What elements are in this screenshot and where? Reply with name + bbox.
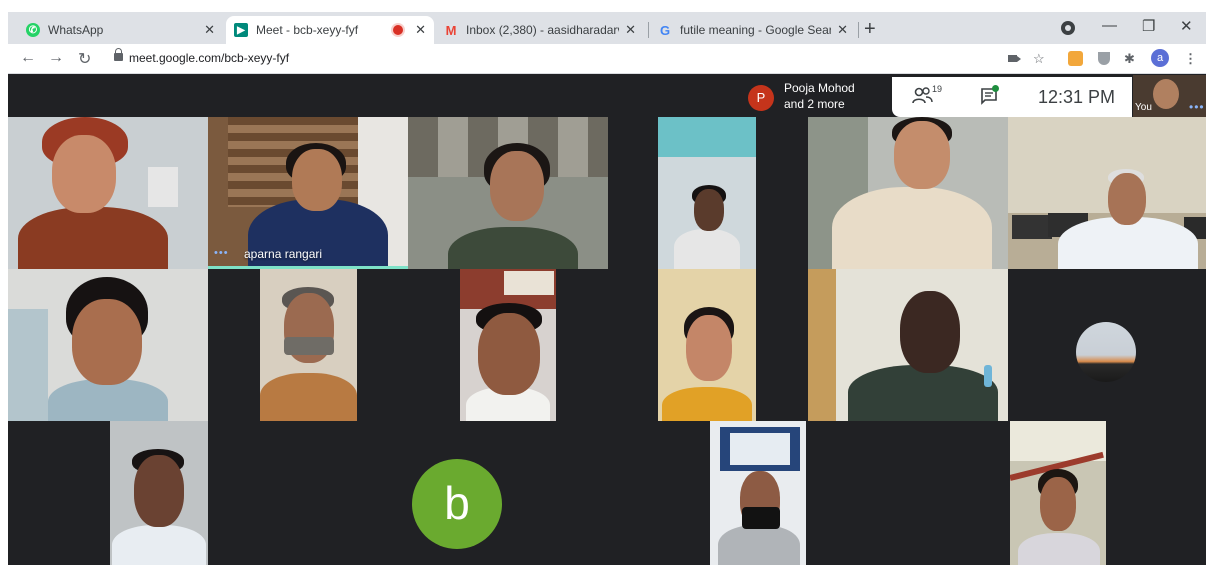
tab-google-search[interactable]: G futile meaning - Google Search ✕ <box>650 16 856 44</box>
browser-window: ✆ WhatsApp ✕ ▶ Meet - bcb-xeyy-fyf ✕ M I… <box>8 12 1206 565</box>
participant-tile[interactable] <box>808 269 1008 421</box>
presenter-avatar: P <box>748 85 774 111</box>
more-options-icon[interactable]: ••• <box>214 247 229 259</box>
extension-icon[interactable] <box>1068 51 1083 66</box>
menu-icon[interactable]: ⋮ <box>1184 51 1197 67</box>
participant-tile[interactable] <box>808 117 1008 269</box>
google-icon: G <box>659 22 671 38</box>
participant-photo-avatar[interactable] <box>1076 322 1136 382</box>
whatsapp-icon: ✆ <box>26 23 40 37</box>
back-button[interactable]: ← <box>20 49 36 67</box>
more-options-icon[interactable]: ••• <box>1189 100 1205 114</box>
meet-info-panel: 19 12:31 PM <box>892 77 1132 117</box>
presenter-others: and 2 more <box>784 97 845 111</box>
gmail-icon: M <box>445 22 457 38</box>
shield-icon[interactable] <box>1098 52 1110 65</box>
participant-name-label: aparna rangari <box>244 247 323 261</box>
participant-tile[interactable] <box>8 117 208 269</box>
tab-search-icon[interactable] <box>1061 21 1075 35</box>
tab-title: WhatsApp <box>48 23 104 37</box>
tab-title: futile meaning - Google Search <box>680 23 832 37</box>
participant-tile[interactable] <box>658 269 756 421</box>
participant-tile[interactable] <box>408 117 608 269</box>
participant-tile[interactable] <box>460 269 556 421</box>
tab-whatsapp[interactable]: ✆ WhatsApp ✕ <box>18 16 223 44</box>
restore-button[interactable]: ❐ <box>1142 17 1155 35</box>
notification-dot <box>992 85 999 92</box>
star-icon[interactable]: ☆ <box>1033 51 1045 67</box>
minimize-button[interactable]: — <box>1102 17 1117 34</box>
puzzle-icon[interactable]: ✱ <box>1124 51 1135 67</box>
recording-icon <box>393 25 404 35</box>
participant-tile[interactable] <box>8 269 208 421</box>
tab-gmail[interactable]: M Inbox (2,380) - aasidharadarvekar ✕ <box>436 16 644 44</box>
self-face <box>1153 79 1179 109</box>
forward-button[interactable]: → <box>48 49 64 67</box>
participant-tile[interactable] <box>710 421 806 565</box>
tab-separator <box>858 22 859 38</box>
participant-tile[interactable] <box>1008 117 1206 269</box>
participant-tile[interactable] <box>1010 421 1106 565</box>
participant-tile[interactable] <box>110 421 208 565</box>
meet-icon: ▶ <box>234 23 248 37</box>
people-icon[interactable] <box>912 86 934 106</box>
address-input[interactable]: meet.google.com/bcb-xeyy-fyf <box>129 51 289 65</box>
new-tab-button[interactable]: + <box>864 18 876 41</box>
participant-tile[interactable] <box>658 117 756 269</box>
self-video-tile[interactable]: You ••• <box>1133 75 1206 119</box>
meeting-clock: 12:31 PM <box>1038 87 1116 107</box>
reload-button[interactable]: ↻ <box>78 49 91 69</box>
lock-icon[interactable] <box>114 48 123 61</box>
tab-meet[interactable]: ▶ Meet - bcb-xeyy-fyf ✕ <box>226 16 434 44</box>
presenter-chip[interactable]: P Pooja Mohod and 2 more <box>748 77 888 115</box>
profile-avatar[interactable]: a <box>1151 49 1169 67</box>
tab-strip: ✆ WhatsApp ✕ ▶ Meet - bcb-xeyy-fyf ✕ M I… <box>8 12 1206 44</box>
participant-tile[interactable] <box>260 269 357 421</box>
participant-avatar[interactable]: b <box>412 459 502 549</box>
tab-separator <box>648 22 649 38</box>
close-icon[interactable]: ✕ <box>625 22 636 38</box>
close-icon[interactable]: ✕ <box>837 22 848 38</box>
participant-tile[interactable]: ••• aparna rangari <box>208 117 408 269</box>
video-grid: ••• aparna rangari b <box>8 117 1206 565</box>
self-label: You <box>1135 102 1152 113</box>
tab-title: Meet - bcb-xeyy-fyf <box>256 23 359 37</box>
browser-toolbar: ← → ↻ meet.google.com/bcb-xeyy-fyf ☆ ✱ a… <box>8 44 1206 74</box>
close-icon[interactable]: ✕ <box>415 22 426 38</box>
presenter-name: Pooja Mohod <box>784 81 855 95</box>
camera-icon[interactable] <box>1008 55 1021 62</box>
tab-title: Inbox (2,380) - aasidharadarvekar <box>466 23 619 37</box>
close-icon[interactable]: ✕ <box>204 22 215 38</box>
close-window-button[interactable]: ✕ <box>1180 17 1193 35</box>
participant-count: 19 <box>932 84 943 94</box>
